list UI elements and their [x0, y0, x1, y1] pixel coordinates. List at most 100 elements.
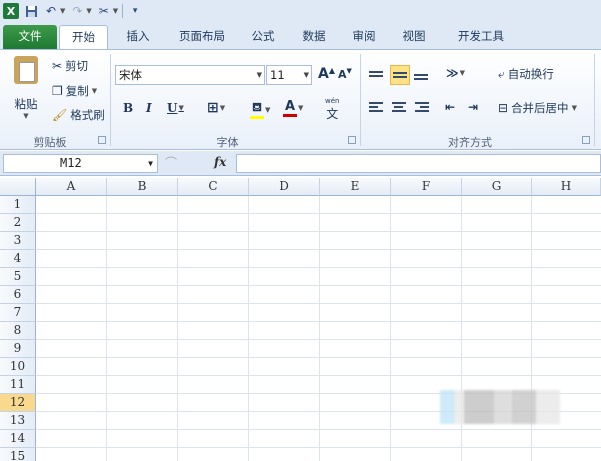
italic-button[interactable]: I	[146, 101, 152, 115]
chevron-down-icon: ▼	[265, 105, 271, 114]
excel-logo-icon[interactable]: X	[3, 3, 19, 19]
column-header-g[interactable]: G	[462, 178, 532, 196]
row-header-3[interactable]: 3	[0, 232, 36, 250]
format-painter-button[interactable]: 🖌 格式刷	[52, 107, 105, 123]
row-header-1[interactable]: 1	[0, 196, 36, 214]
column-header-e[interactable]: E	[320, 178, 391, 196]
row-header-4[interactable]: 4	[0, 250, 36, 268]
select-all-corner[interactable]	[0, 178, 36, 196]
row-header-6[interactable]: 6	[0, 286, 36, 304]
font-name-combo[interactable]: 宋体 ▼	[115, 65, 265, 85]
align-top-button[interactable]	[369, 65, 387, 83]
tab-formulas[interactable]: 公式	[243, 25, 283, 49]
font-group-label: 字体	[216, 136, 239, 149]
caret-down-icon: ▼	[346, 66, 352, 75]
column-header-h[interactable]: H	[532, 178, 601, 196]
formula-bar-handle-icon: ⌒	[165, 156, 178, 170]
tools-icon[interactable]: ✂	[96, 3, 112, 19]
paste-icon	[14, 56, 38, 84]
save-icon[interactable]	[23, 3, 39, 19]
grid-row-line	[36, 321, 601, 322]
column-header-f[interactable]: F	[391, 178, 462, 196]
paste-button[interactable]: 粘贴 ▼	[8, 54, 44, 132]
borders-button[interactable]: ⊞ ▼	[207, 100, 225, 116]
align-center-button[interactable]	[392, 100, 406, 114]
paintbrush-icon: 🖌	[52, 108, 68, 122]
tab-page-layout[interactable]: 页面布局	[168, 25, 236, 49]
alignment-launcher-icon[interactable]	[582, 136, 590, 144]
underline-button[interactable]: U ▼	[167, 101, 184, 115]
tab-file[interactable]: 文件	[3, 25, 57, 49]
column-header-b[interactable]: B	[107, 178, 178, 196]
paste-dropdown-icon: ▼	[23, 112, 29, 120]
formula-input[interactable]	[236, 154, 601, 173]
grid-column-line	[248, 196, 249, 461]
insert-function-icon[interactable]: fx	[214, 155, 226, 169]
caret-up-icon: ▲	[328, 65, 335, 75]
row-header-9[interactable]: 9	[0, 340, 36, 358]
grid-row-line	[36, 447, 601, 448]
phonetic-button[interactable]: wén 文	[325, 97, 339, 122]
row-header-11[interactable]: 11	[0, 376, 36, 394]
customize-icon[interactable]: ▾	[127, 3, 143, 19]
shrink-font-button[interactable]: A ▼	[338, 66, 352, 82]
row-header-7[interactable]: 7	[0, 304, 36, 322]
fill-color-button[interactable]: ⛾ ▼	[250, 100, 270, 119]
column-header-d[interactable]: D	[249, 178, 320, 196]
copy-button[interactable]: ❐ 复制 ▼	[52, 83, 97, 99]
row-header-13[interactable]: 13	[0, 412, 36, 430]
font-color-button[interactable]: A ▼	[283, 99, 303, 117]
grid-column-line	[106, 196, 107, 461]
wrap-text-icon: ⤶	[498, 66, 505, 81]
decrease-indent-icon: ⇤	[445, 100, 456, 114]
align-top-icon	[369, 69, 383, 79]
group-separator	[594, 54, 595, 146]
row-header-2[interactable]: 2	[0, 214, 36, 232]
row-header-10[interactable]: 10	[0, 358, 36, 376]
grid-column-line	[319, 196, 320, 461]
tab-data[interactable]: 数据	[294, 25, 334, 49]
bold-icon: B	[123, 101, 134, 115]
row-header-14[interactable]: 14	[0, 430, 36, 448]
tab-home[interactable]: 开始	[59, 25, 108, 49]
tab-review[interactable]: 审阅	[344, 25, 384, 49]
undo-dropdown-icon[interactable]: ▼	[60, 7, 65, 15]
grid-row-line	[36, 357, 601, 358]
font-launcher-icon[interactable]	[348, 136, 356, 144]
undo-icon[interactable]: ↶	[43, 3, 59, 19]
font-size-combo[interactable]: 11 ▼	[266, 65, 312, 85]
wrap-text-button[interactable]: ⤶ 自动换行	[498, 66, 554, 82]
row-header-12[interactable]: 12	[0, 394, 36, 412]
group-separator	[110, 54, 111, 146]
decrease-indent-button[interactable]: ⇤	[445, 100, 455, 114]
tab-insert[interactable]: 插入	[118, 25, 158, 49]
align-middle-button[interactable]	[390, 65, 410, 85]
tab-view[interactable]: 视图	[394, 25, 434, 49]
merge-cells-icon: ⊟	[498, 101, 509, 115]
column-header-c[interactable]: C	[178, 178, 249, 196]
column-header-a[interactable]: A	[36, 178, 107, 196]
increase-indent-button[interactable]: ⇥	[468, 100, 478, 114]
clipboard-launcher-icon[interactable]	[98, 136, 106, 144]
grow-font-button[interactable]: A ▲	[318, 65, 335, 83]
row-header-5[interactable]: 5	[0, 268, 36, 286]
redo-dropdown-icon[interactable]: ▼	[86, 7, 91, 15]
redo-icon[interactable]: ↷	[69, 3, 85, 19]
align-left-button[interactable]	[369, 100, 383, 114]
quick-access-toolbar: X ↶ ▼ ↷ ▼ ✂ ▼ ▾	[0, 0, 601, 22]
merge-center-button[interactable]: ⊟ 合并后居中 ▼	[498, 100, 577, 116]
cut-button[interactable]: ✂ 剪切	[52, 58, 88, 74]
align-middle-icon	[393, 70, 407, 80]
align-bottom-button[interactable]	[414, 68, 432, 86]
chevron-down-icon: ▼	[256, 71, 262, 79]
copy-dropdown-icon: ▼	[91, 87, 98, 95]
orientation-button[interactable]: ≫ ▼	[446, 66, 465, 80]
merge-center-label: 合并后居中	[511, 101, 569, 115]
tab-developer[interactable]: 开发工具	[450, 25, 512, 49]
row-header-8[interactable]: 8	[0, 322, 36, 340]
bold-button[interactable]: B	[123, 101, 133, 115]
tools-dropdown-icon[interactable]: ▼	[113, 7, 118, 15]
row-header-15[interactable]: 15	[0, 448, 36, 461]
name-box[interactable]: M12 ▼	[3, 154, 158, 173]
align-right-button[interactable]	[415, 100, 429, 114]
